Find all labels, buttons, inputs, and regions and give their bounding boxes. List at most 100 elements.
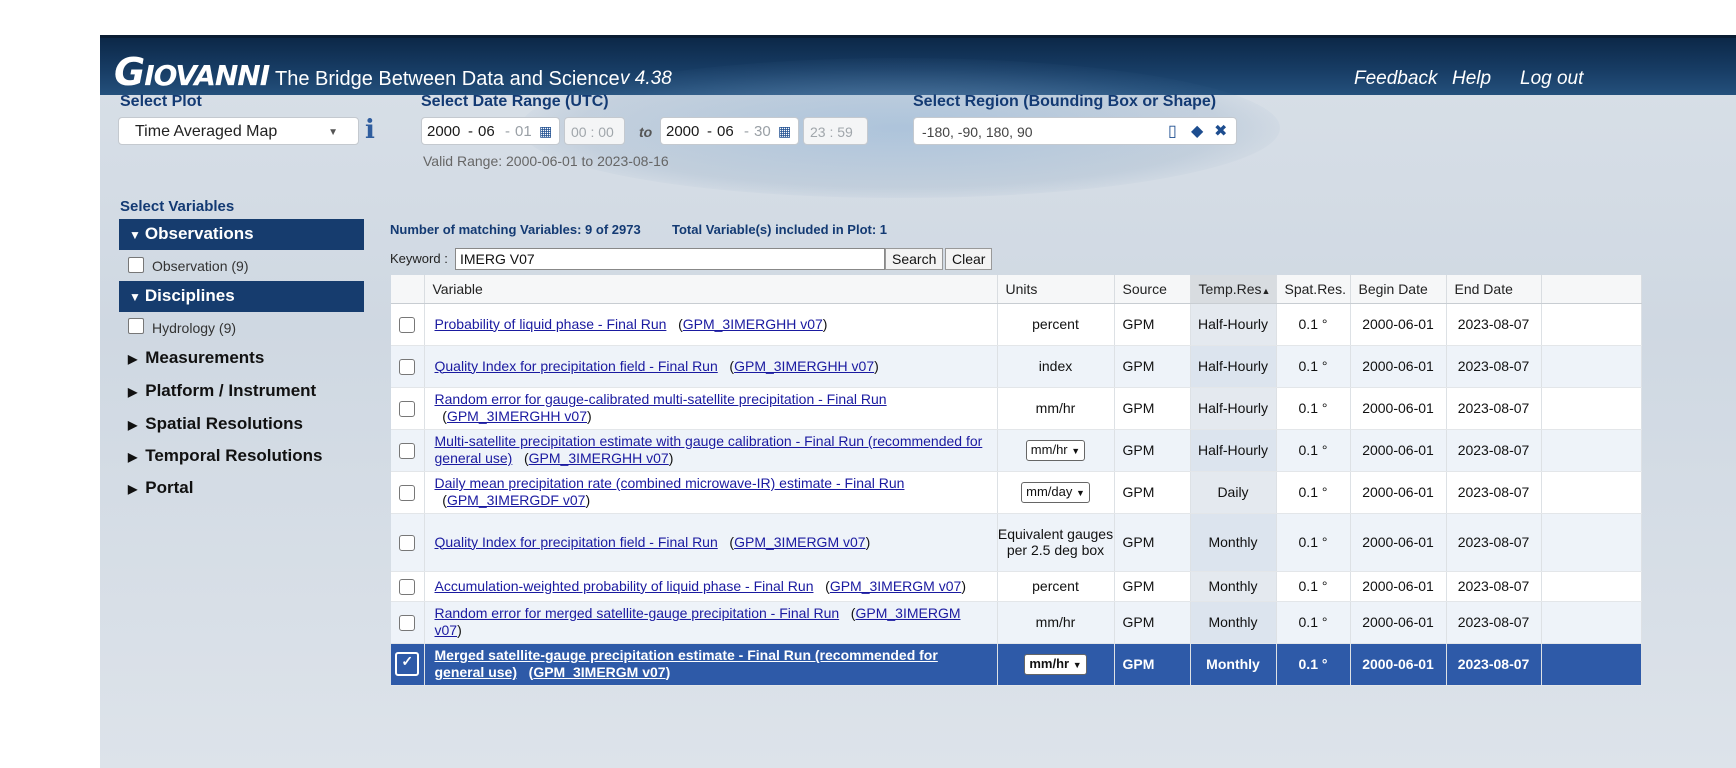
product-link[interactable]: GPM_3IMERGM v07 [830,578,961,594]
header-temp-res[interactable]: Temp.Res▲ [1190,275,1277,304]
disciplines-header[interactable]: ▼ Disciplines [119,281,364,312]
temp-res-cell: Half-Hourly [1190,387,1277,430]
variable-link[interactable]: Quality Index for precipitation field - … [435,358,718,374]
product-link[interactable]: GPM_3IMERGM v07 [734,534,865,550]
help-link[interactable]: Help [1452,68,1491,90]
header-spat-res[interactable]: Spat.Res. [1276,275,1351,304]
giovanni-logo: GIOVANNI [114,50,270,94]
product-link[interactable]: GPM_3IMERGM v07 [533,664,665,680]
row-checkbox[interactable] [399,614,416,631]
clear-button[interactable]: Clear [945,248,993,270]
table-row[interactable]: Random error for gauge-calibrated multi-… [391,387,1642,430]
variable-link[interactable]: Multi-satellite precipitation estimate w… [435,433,983,466]
spat-res-cell: 0.1 ° [1276,303,1351,346]
row-checkbox[interactable] [399,578,416,595]
observation-option-label: Observation (9) [152,258,249,274]
temp-res-cell: Monthly [1190,571,1277,602]
units-label: percent [1032,578,1079,594]
product-link[interactable]: GPM_3IMERGHH v07 [529,450,669,466]
info-icon[interactable]: i [365,115,379,145]
row-checkbox[interactable]: ✓ [395,652,420,676]
product-link[interactable]: GPM_3IMERGHH v07 [734,358,874,374]
variable-link[interactable]: Merged satellite-gauge precipitation est… [435,647,938,680]
giovanni-app: GIOVANNI The Bridge Between Data and Sci… [100,35,1736,768]
hydrology-checkbox[interactable] [128,318,144,334]
plot-type-select[interactable]: Time Averaged Map ▼ [118,117,359,145]
variable-link[interactable]: Random error for gauge-calibrated multi-… [435,391,887,407]
tagline: The Bridge Between Data and Science [275,68,620,90]
table-row[interactable]: Quality Index for precipitation field - … [391,345,1642,388]
observation-checkbox[interactable] [128,257,144,273]
units-cell: index [997,345,1115,388]
row-checkbox-cell [391,471,425,514]
start-time-input[interactable]: 00 : 00 [564,117,625,145]
units-cell: mm/hr ▼ [997,429,1115,472]
temp-res-cell: Half-Hourly [1190,303,1277,346]
end-date-cell: 2023-08-07 [1446,601,1542,644]
begin-date-cell: 2000-06-01 [1350,571,1447,602]
header-begin-date[interactable]: Begin Date [1350,275,1447,304]
map-icon[interactable]: ▯ [1168,121,1177,141]
table-row[interactable]: ✓ Merged satellite-gauge precipitation e… [391,643,1642,686]
variable-link[interactable]: Daily mean precipitation rate (combined … [435,475,905,491]
sort-asc-icon: ▲ [1261,285,1271,296]
variable-link[interactable]: Accumulation-weighted probability of liq… [435,578,814,594]
variable-link[interactable]: Quality Index for precipitation field - … [435,534,718,550]
header-end-date[interactable]: End Date [1446,275,1542,304]
shape-pointer-icon[interactable]: ◆ [1191,121,1203,141]
sidebar-item-temporal-resolutions[interactable]: ▶ Temporal Resolutions [128,446,323,466]
row-checkbox[interactable] [399,400,416,417]
begin-date-cell: 2000-06-01 [1350,643,1447,686]
calendar-icon[interactable]: ▦ [778,123,791,140]
row-checkbox[interactable] [399,316,416,333]
sidebar-item-platform-instrument[interactable]: ▶ Platform / Instrument [128,381,316,401]
end-date-cell: 2023-08-07 [1446,513,1542,572]
header-variable[interactable]: Variable [424,275,998,304]
table-row[interactable]: Random error for merged satellite-gauge … [391,601,1642,644]
extra-cell [1541,513,1642,572]
source-cell: GPM [1114,429,1191,472]
temp-res-cell: Monthly [1190,601,1277,644]
end-date-input[interactable]: 2000 - 06 - 30 ▦ [660,117,799,145]
spat-res-cell: 0.1 ° [1276,387,1351,430]
row-checkbox[interactable] [399,442,416,459]
header-units[interactable]: Units [997,275,1115,304]
variable-cell: Merged satellite-gauge precipitation est… [424,643,998,686]
sidebar-item-spatial-resolutions[interactable]: ▶ Spatial Resolutions [128,414,303,434]
search-button[interactable]: Search [885,248,944,270]
table-row[interactable]: Multi-satellite precipitation estimate w… [391,429,1642,472]
variable-link[interactable]: Random error for merged satellite-gauge … [435,605,840,621]
region-input[interactable]: -180, -90, 180, 90 ▯ ◆ ✖ [913,117,1237,145]
row-checkbox[interactable] [399,358,416,375]
row-checkbox[interactable] [399,484,416,501]
units-select[interactable]: mm/hr ▼ [1025,439,1086,461]
observations-header[interactable]: ▼ Observations [119,219,364,250]
table-row[interactable]: Quality Index for precipitation field - … [391,513,1642,572]
start-date-input[interactable]: 2000 - 06 - 01 ▦ [421,117,560,145]
sidebar-item-portal[interactable]: ▶ Portal [128,478,193,498]
table-row[interactable]: Daily mean precipitation rate (combined … [391,471,1642,514]
units-select[interactable]: mm/day ▼ [1021,481,1090,503]
product-link[interactable]: GPM_3IMERGHH v07 [447,408,587,424]
row-checkbox-cell [391,429,425,472]
extra-cell [1541,471,1642,514]
row-checkbox-cell [391,571,425,602]
header-source[interactable]: Source [1114,275,1191,304]
source-cell: GPM [1114,571,1191,602]
spat-res-cell: 0.1 ° [1276,345,1351,388]
product-link[interactable]: GPM_3IMERGHH v07 [683,316,823,332]
feedback-link[interactable]: Feedback [1354,68,1437,90]
logout-link[interactable]: Log out [1520,68,1583,90]
end-time-input[interactable]: 23 : 59 [803,117,868,145]
units-select[interactable]: mm/hr ▼ [1024,653,1087,675]
keyword-input[interactable] [455,248,885,270]
variable-cell: Accumulation-weighted probability of liq… [424,571,998,602]
close-icon[interactable]: ✖ [1214,121,1227,141]
row-checkbox[interactable] [399,534,416,551]
product-link[interactable]: GPM_3IMERGDF v07 [447,492,585,508]
table-row[interactable]: Probability of liquid phase - Final Run … [391,303,1642,346]
table-row[interactable]: Accumulation-weighted probability of liq… [391,571,1642,602]
variable-link[interactable]: Probability of liquid phase - Final Run [435,316,667,332]
sidebar-item-measurements[interactable]: ▶ Measurements [128,348,264,368]
calendar-icon[interactable]: ▦ [539,123,552,140]
